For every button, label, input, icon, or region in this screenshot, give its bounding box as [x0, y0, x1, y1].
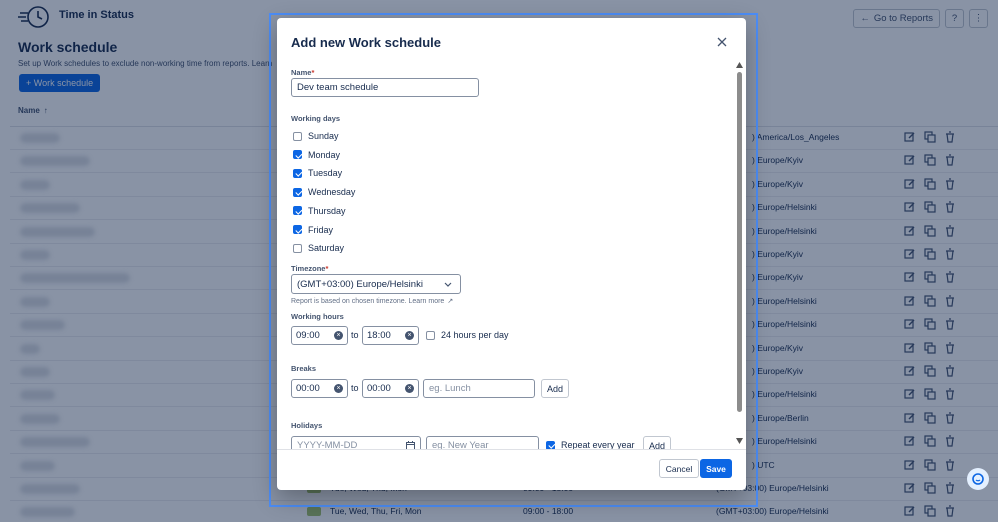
- day-checkbox-sunday[interactable]: Sunday: [293, 131, 339, 141]
- day-checkbox-saturday[interactable]: Saturday: [293, 243, 344, 253]
- hours-from-input[interactable]: 09:00 ×: [291, 326, 348, 345]
- day-checkbox-monday[interactable]: Monday: [293, 150, 340, 160]
- day-label: Friday: [308, 224, 334, 235]
- break-from-input[interactable]: 00:00 ×: [291, 379, 348, 398]
- timezone-select[interactable]: (GMT+03:00) Europe/Helsinki: [291, 274, 461, 294]
- day-checkbox-wednesday[interactable]: Wednesday: [293, 187, 355, 197]
- checkbox-box: [293, 206, 302, 216]
- checkbox-box: [426, 330, 435, 340]
- scrollbar-thumb[interactable]: [737, 72, 742, 412]
- checkbox-box: [546, 440, 555, 449]
- holidays-label: Holidays: [291, 421, 323, 430]
- checkbox-box: [293, 150, 302, 160]
- clear-icon[interactable]: ×: [334, 384, 343, 393]
- day-checkbox-tuesday[interactable]: Tuesday: [293, 168, 342, 178]
- dialog-body: Name* Dev team schedule Working days Sun…: [277, 64, 746, 449]
- working-hours-label: Working hours: [291, 312, 344, 321]
- full-day-label: 24 hours per day: [441, 330, 509, 340]
- repeat-every-year-checkbox[interactable]: Repeat every year: [546, 440, 635, 449]
- day-label: Sunday: [308, 131, 339, 141]
- break-to-input[interactable]: 00:00 ×: [362, 379, 419, 398]
- checkbox-box: [293, 225, 302, 234]
- working-days-label: Working days: [291, 114, 341, 123]
- scrollbar[interactable]: [735, 62, 743, 446]
- checkbox-box: [293, 187, 302, 197]
- break-to-value: 00:00: [367, 383, 391, 394]
- hours-to-value: 18:00: [367, 330, 391, 341]
- add-holiday-button[interactable]: Add: [643, 436, 671, 449]
- hours-from-value: 09:00: [296, 330, 320, 341]
- day-label: Wednesday: [308, 187, 356, 198]
- full-day-checkbox[interactable]: 24 hours per day: [426, 330, 509, 340]
- day-checkbox-thursday[interactable]: Thursday: [293, 206, 346, 216]
- calendar-icon[interactable]: [406, 441, 415, 449]
- timezone-label: Timezone*: [291, 264, 329, 273]
- scroll-up-icon[interactable]: [736, 62, 743, 68]
- save-button[interactable]: Save: [700, 459, 732, 478]
- dialog-title: Add new Work schedule: [291, 35, 442, 50]
- name-input-value: Dev team schedule: [297, 82, 379, 93]
- breaks-label: Breaks: [291, 364, 317, 373]
- chat-icon: [972, 473, 984, 485]
- holiday-name-input[interactable]: eg. New Year: [426, 436, 539, 449]
- dialog-footer: Cancel Save: [277, 449, 746, 490]
- repeat-label: Repeat every year: [561, 440, 635, 449]
- name-input[interactable]: Dev team schedule: [291, 78, 479, 97]
- add-work-schedule-dialog: Add new Work schedule Name* Dev team sch…: [277, 18, 746, 490]
- checkbox-box: [293, 131, 302, 141]
- chevron-down-icon: [444, 282, 452, 287]
- name-label: Name*: [291, 68, 315, 77]
- clear-icon[interactable]: ×: [405, 331, 414, 340]
- holiday-name-placeholder: eg. New Year: [432, 440, 489, 449]
- day-checkbox-friday[interactable]: Friday: [293, 225, 333, 235]
- add-break-button[interactable]: Add: [541, 379, 569, 398]
- holiday-date-placeholder: YYYY-MM-DD: [297, 440, 358, 449]
- scroll-down-icon[interactable]: [736, 438, 743, 444]
- checkbox-box: [293, 168, 302, 178]
- timezone-hint: Report is based on chosen timezone. Lear…: [291, 297, 454, 306]
- day-label: Monday: [308, 149, 341, 160]
- day-label: Tuesday: [308, 168, 343, 179]
- break-name-placeholder: eg. Lunch: [429, 383, 471, 394]
- clear-icon[interactable]: ×: [334, 331, 343, 340]
- external-link-icon[interactable]: ↗: [447, 297, 453, 305]
- break-from-value: 00:00: [296, 383, 320, 394]
- day-label: Saturday: [308, 243, 345, 254]
- chat-support-button[interactable]: [967, 468, 989, 490]
- clear-icon[interactable]: ×: [405, 384, 414, 393]
- day-label: Thursday: [308, 205, 346, 216]
- cancel-button[interactable]: Cancel: [659, 459, 699, 478]
- timezone-value: (GMT+03:00) Europe/Helsinki: [297, 278, 423, 290]
- to-label: to: [351, 330, 359, 340]
- break-name-input[interactable]: eg. Lunch: [423, 379, 535, 398]
- checkbox-box: [293, 243, 302, 253]
- to-label: to: [351, 383, 359, 393]
- hours-to-input[interactable]: 18:00 ×: [362, 326, 419, 345]
- close-icon[interactable]: [716, 36, 728, 48]
- holiday-date-input[interactable]: YYYY-MM-DD: [291, 436, 421, 449]
